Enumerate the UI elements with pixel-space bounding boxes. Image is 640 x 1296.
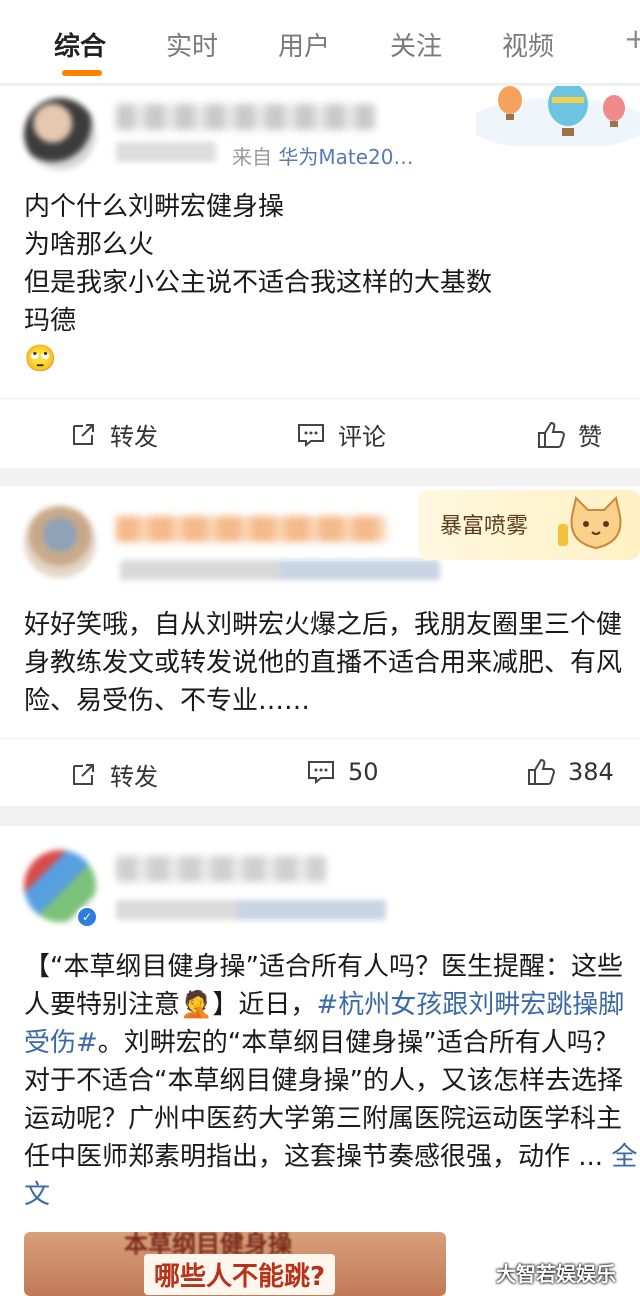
share-icon — [73, 423, 94, 445]
avatar[interactable] — [24, 98, 96, 170]
post-card-3[interactable]: ✓ 【“本草纲目健身操”适合所有人吗？医生提醒：这些人要特别注意🤦】近日，#杭州… — [0, 826, 640, 1296]
eye-roll-emoji: 🙄 — [24, 344, 57, 374]
post-text: 【“本草纲目健身操”适合所有人吗？医生提醒：这些人要特别注意🤦】近日，#杭州女孩… — [24, 952, 638, 1210]
like-count: 384 — [568, 758, 614, 786]
tab-comprehensive[interactable]: 综合 — [54, 26, 106, 63]
post-source: 来自 华为Mate20… — [232, 145, 414, 169]
post-card-2[interactable]: 暴富喷雾 好好笑哦，自从刘畊宏火爆之后，我朋友圈里三个健身教练发文或转发说他的直… — [0, 486, 640, 806]
like-button[interactable]: 赞 — [536, 417, 602, 452]
post-meta-blurred — [120, 560, 440, 580]
repost-label: 转发 — [110, 763, 158, 791]
comment-button[interactable]: 评论 — [296, 417, 386, 452]
comment-button[interactable]: 50 — [306, 757, 379, 787]
post-actions: 转发 50 384 — [0, 738, 640, 808]
hot-air-balloon-icon — [476, 86, 640, 146]
comment-icon — [298, 423, 324, 447]
comment-count: 50 — [348, 758, 379, 786]
thumbs-up-icon — [528, 758, 556, 785]
tab-users[interactable]: 用户 — [278, 26, 330, 63]
repost-button[interactable]: 转发 — [68, 417, 158, 452]
tab-following[interactable]: 关注 — [390, 26, 442, 63]
thumbnail-subtitle: 哪些人不能跳? — [144, 1254, 336, 1295]
share-icon — [73, 763, 94, 785]
tab-video[interactable]: 视频 — [502, 26, 554, 63]
comment-label: 评论 — [338, 423, 386, 451]
post-card-1[interactable]: 来自 华为Mate20… 内个什么刘畊宏健身操 为啥那么火 但是我家小公主说不适… — [0, 86, 640, 468]
post-text: 内个什么刘畊宏健身操 为啥那么火 但是我家小公主说不适合我这样的大基数 玛德 — [24, 192, 493, 336]
username-blurred[interactable] — [116, 516, 386, 542]
tab-realtime[interactable]: 实时 — [166, 26, 218, 63]
badge-decoration: 暴富喷雾 — [418, 490, 640, 560]
verified-badge-icon: ✓ — [76, 906, 98, 928]
comment-icon — [308, 761, 334, 785]
badge-text: 暴富喷雾 — [440, 514, 529, 539]
thumbs-up-icon — [538, 421, 566, 448]
repost-label: 转发 — [110, 423, 158, 451]
watermark: 大智若娱娱乐 — [496, 1262, 616, 1286]
video-thumbnail[interactable]: 本草纲目健身操 哪些人不能跳? — [24, 1232, 446, 1296]
search-tab-bar: 综合 实时 用户 关注 视频 + — [0, 0, 640, 84]
avatar[interactable] — [24, 506, 96, 578]
like-label: 赞 — [578, 423, 602, 451]
post-actions: 转发 评论 赞 — [0, 398, 640, 468]
repost-button[interactable]: 转发 — [68, 757, 158, 792]
active-tab-indicator — [62, 70, 102, 76]
username-blurred[interactable] — [116, 856, 326, 882]
facepalm-emoji: 🤦 — [180, 990, 213, 1020]
timestamp-blurred — [116, 142, 216, 162]
post-text: 好好笑哦，自从刘畊宏火爆之后，我朋友圈里三个健身教练发文或转发说他的直播不适合用… — [24, 610, 623, 716]
username-blurred[interactable] — [116, 104, 376, 130]
like-button[interactable]: 384 — [526, 757, 614, 787]
post-meta-blurred — [116, 900, 386, 920]
more-tabs-icon[interactable]: + — [624, 22, 640, 55]
cat-icon — [558, 496, 622, 550]
